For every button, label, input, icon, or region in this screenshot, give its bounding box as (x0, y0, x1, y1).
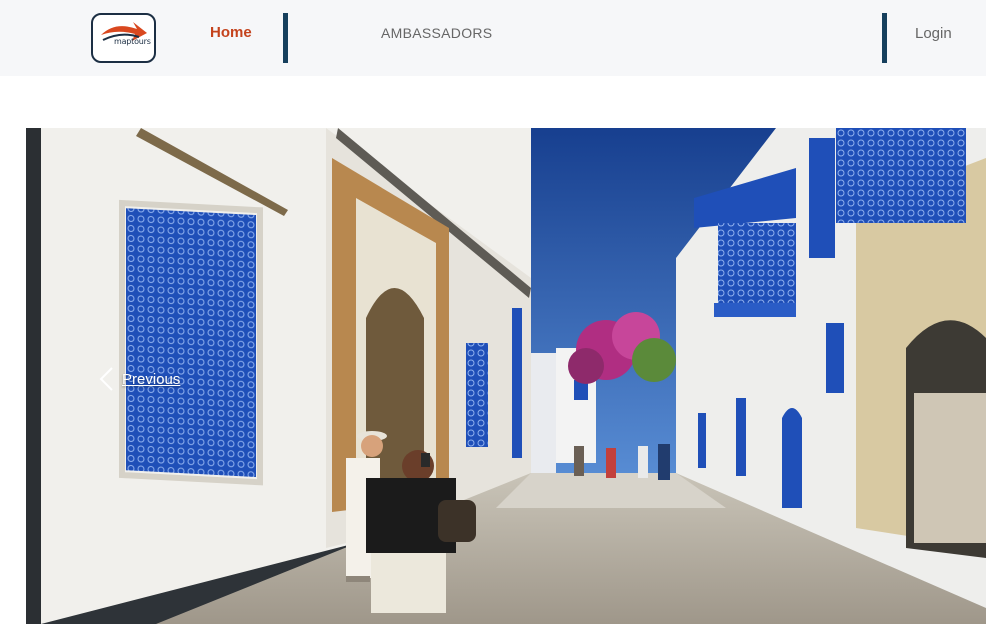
nav-divider (882, 13, 887, 63)
maptours-logo[interactable]: maptours (91, 13, 156, 63)
carousel-prev-button[interactable]: Previous (96, 365, 180, 393)
navbar: maptours Home AMBASSADORS Login (0, 0, 986, 76)
carousel-prev-label: Previous (122, 370, 181, 388)
chevron-left-icon (99, 367, 113, 391)
nav-home-link[interactable]: Home (210, 24, 252, 41)
nav-divider (283, 13, 288, 63)
logo-text: maptours (114, 37, 151, 46)
nav-login-link[interactable]: Login (915, 25, 952, 42)
nav-ambassadors-link[interactable]: AMBASSADORS (381, 25, 492, 41)
image-carousel: Previous (26, 128, 986, 624)
